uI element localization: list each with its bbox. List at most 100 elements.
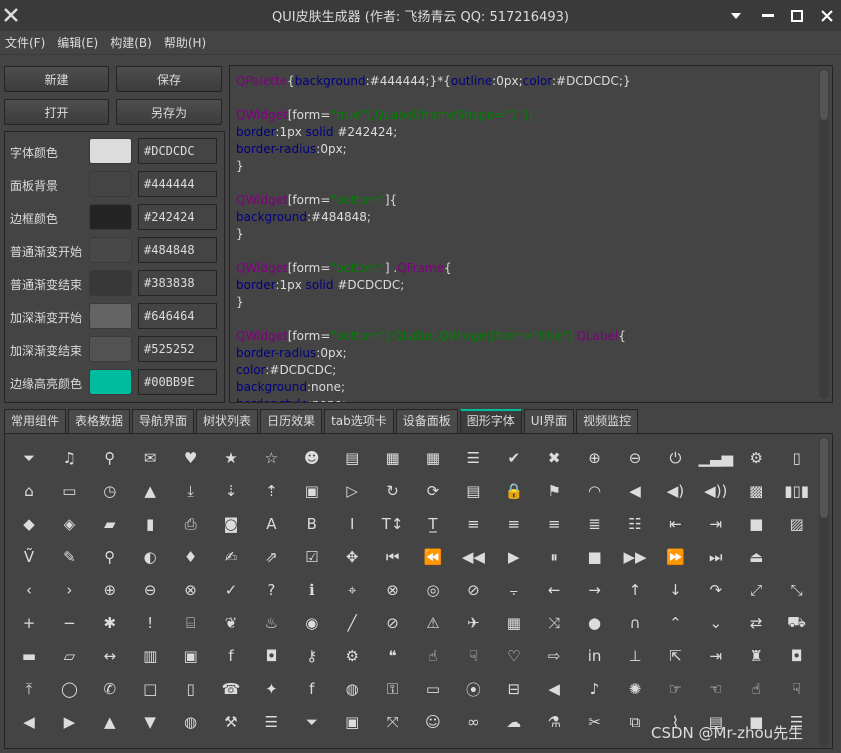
tag-icon[interactable]: ◆ [9, 508, 49, 540]
volume-down-icon[interactable]: ◀) [655, 475, 695, 507]
bookmark-icon[interactable]: ▮ [130, 508, 170, 540]
outdent-icon[interactable]: ⇤ [655, 508, 695, 540]
color-hex-field[interactable]: #646464 [138, 303, 217, 329]
font-icon[interactable]: A [251, 508, 291, 540]
color-swatch-button[interactable] [89, 138, 132, 164]
editor-scrollbar-thumb[interactable] [820, 70, 828, 120]
minus-icon[interactable]: − [49, 607, 89, 639]
headphones-icon[interactable]: ◠ [575, 475, 615, 507]
color-swatch-button[interactable] [89, 369, 132, 395]
camera-icon[interactable]: ◙ [211, 508, 251, 540]
list-icon[interactable]: ☷ [615, 508, 655, 540]
fast-forward-icon[interactable]: ⏩ [655, 541, 695, 573]
forward-icon[interactable]: ▶▶ [615, 541, 655, 573]
flask-icon[interactable]: ⚗ [534, 706, 574, 738]
twitter-icon[interactable]: ✦ [251, 673, 291, 705]
share-icon[interactable]: ↷ [696, 574, 736, 606]
color-hex-field[interactable]: #525252 [138, 336, 217, 362]
eject-icon[interactable]: ⏏ [736, 541, 776, 573]
image-icon[interactable]: ▨ [777, 508, 817, 540]
chevron-down-icon[interactable] [726, 6, 746, 26]
hand-down-icon[interactable]: ☟ [777, 673, 817, 705]
menu-help[interactable]: 帮助(H) [158, 31, 212, 55]
user-icon[interactable]: ☻ [292, 442, 332, 474]
th-icon[interactable]: ▦ [413, 442, 453, 474]
film-icon[interactable]: ▤ [332, 442, 372, 474]
tab-9[interactable]: 视频监控 [576, 409, 639, 433]
zoom-in-icon[interactable]: ⊕ [575, 442, 615, 474]
close-icon[interactable] [817, 6, 837, 26]
retweet-icon[interactable]: ⇄ [736, 607, 776, 639]
arrow-down-icon[interactable]: ↓ [655, 574, 695, 606]
cogs-icon[interactable]: ⚙ [332, 640, 372, 672]
cloud-icon[interactable]: ☁ [494, 706, 534, 738]
strikethrough-icon[interactable]: ⨪ [494, 574, 534, 606]
comment-icon[interactable]: ● [575, 607, 615, 639]
hand-up-icon[interactable]: ☝ [736, 673, 776, 705]
credit-card-icon[interactable]: ▭ [413, 673, 453, 705]
inbox-icon[interactable]: ▣ [292, 475, 332, 507]
arrow-right-icon[interactable]: → [575, 574, 615, 606]
filter-icon[interactable]: ⏷ [9, 442, 49, 474]
menu-edit[interactable]: 编辑(E) [51, 31, 104, 55]
tasks-icon[interactable]: ☰ [251, 706, 291, 738]
tags-icon[interactable]: ◈ [49, 508, 89, 540]
phone-square-icon[interactable]: ☎ [211, 673, 251, 705]
align-justify-icon[interactable]: ≣ [575, 508, 615, 540]
tint-icon[interactable]: ♦ [171, 541, 211, 573]
backward-icon[interactable]: ◀◀ [453, 541, 493, 573]
road-icon[interactable]: ▲ [130, 475, 170, 507]
color-hex-field[interactable]: #00BB9E [138, 369, 217, 395]
hand-right-icon[interactable]: ☞ [655, 673, 695, 705]
bullhorn-icon[interactable]: ◀ [534, 673, 574, 705]
fast-backward-icon[interactable]: ⏪ [413, 541, 453, 573]
heart-icon[interactable]: ♥ [171, 442, 211, 474]
comments-icon[interactable]: ❝ [373, 640, 413, 672]
save-button[interactable]: 保存 [116, 66, 222, 92]
asterisk-icon[interactable]: ✱ [90, 607, 130, 639]
arrows-icon[interactable]: ✥ [332, 541, 372, 573]
linkedin-square-icon[interactable]: in [575, 640, 615, 672]
rotate-right-icon[interactable]: ↻ [373, 475, 413, 507]
plus-icon[interactable]: + [9, 607, 49, 639]
plus-circle-icon[interactable]: ⊕ [90, 574, 130, 606]
expand-icon[interactable]: ⤢ [736, 574, 776, 606]
copy-icon[interactable]: ⧉ [615, 706, 655, 738]
align-left-icon[interactable]: ≡ [453, 508, 493, 540]
adjust-icon[interactable]: ◐ [130, 541, 170, 573]
arrow-left-icon[interactable]: ← [534, 574, 574, 606]
tab-1[interactable]: 表格数据 [68, 409, 131, 433]
compress-icon[interactable]: ⤡ [777, 574, 817, 606]
facebook-icon[interactable]: f [292, 673, 332, 705]
minimize-icon[interactable] [758, 6, 778, 26]
editor-scrollbar[interactable] [819, 69, 829, 399]
chevron-up-icon[interactable]: ⌃ [655, 607, 695, 639]
color-swatch-button[interactable] [89, 171, 132, 197]
thumb-tack-icon[interactable]: ⊥ [615, 640, 655, 672]
bar-chart-icon[interactable]: ▥ [130, 640, 170, 672]
arrows-h-icon[interactable]: ↔ [90, 640, 130, 672]
leaf-icon[interactable]: ❦ [211, 607, 251, 639]
tab-0[interactable]: 常用组件 [4, 409, 67, 433]
hand-left-icon[interactable]: ☜ [696, 673, 736, 705]
check-icon[interactable]: ✔ [494, 442, 534, 474]
pause-icon[interactable]: ⏸ [534, 541, 574, 573]
volume-up-icon[interactable]: ◀)) [696, 475, 736, 507]
search-icon[interactable]: ⚲ [90, 442, 130, 474]
trash-icon[interactable]: ▯ [777, 442, 817, 474]
bold-icon[interactable]: B [292, 508, 332, 540]
arrow-up-icon[interactable]: ↑ [615, 574, 655, 606]
open-button[interactable]: 打开 [4, 99, 109, 125]
heart-outline-icon[interactable]: ♡ [494, 640, 534, 672]
gift-icon[interactable]: ⌸ [171, 607, 211, 639]
new-button[interactable]: 新建 [4, 66, 109, 92]
icon-panel-scrollbar-thumb[interactable] [820, 438, 828, 518]
check-circle-outline-icon[interactable]: ◎ [413, 574, 453, 606]
color-swatch-button[interactable] [89, 270, 132, 296]
facebook-square-icon[interactable]: f [211, 640, 251, 672]
square-outline-icon[interactable]: □ [130, 673, 170, 705]
text-cursor-icon[interactable]: Ṽ [9, 541, 49, 573]
github-square-icon[interactable]: ◘ [777, 640, 817, 672]
tab-2[interactable]: 导航界面 [132, 409, 195, 433]
color-hex-field[interactable]: #383838 [138, 270, 217, 296]
